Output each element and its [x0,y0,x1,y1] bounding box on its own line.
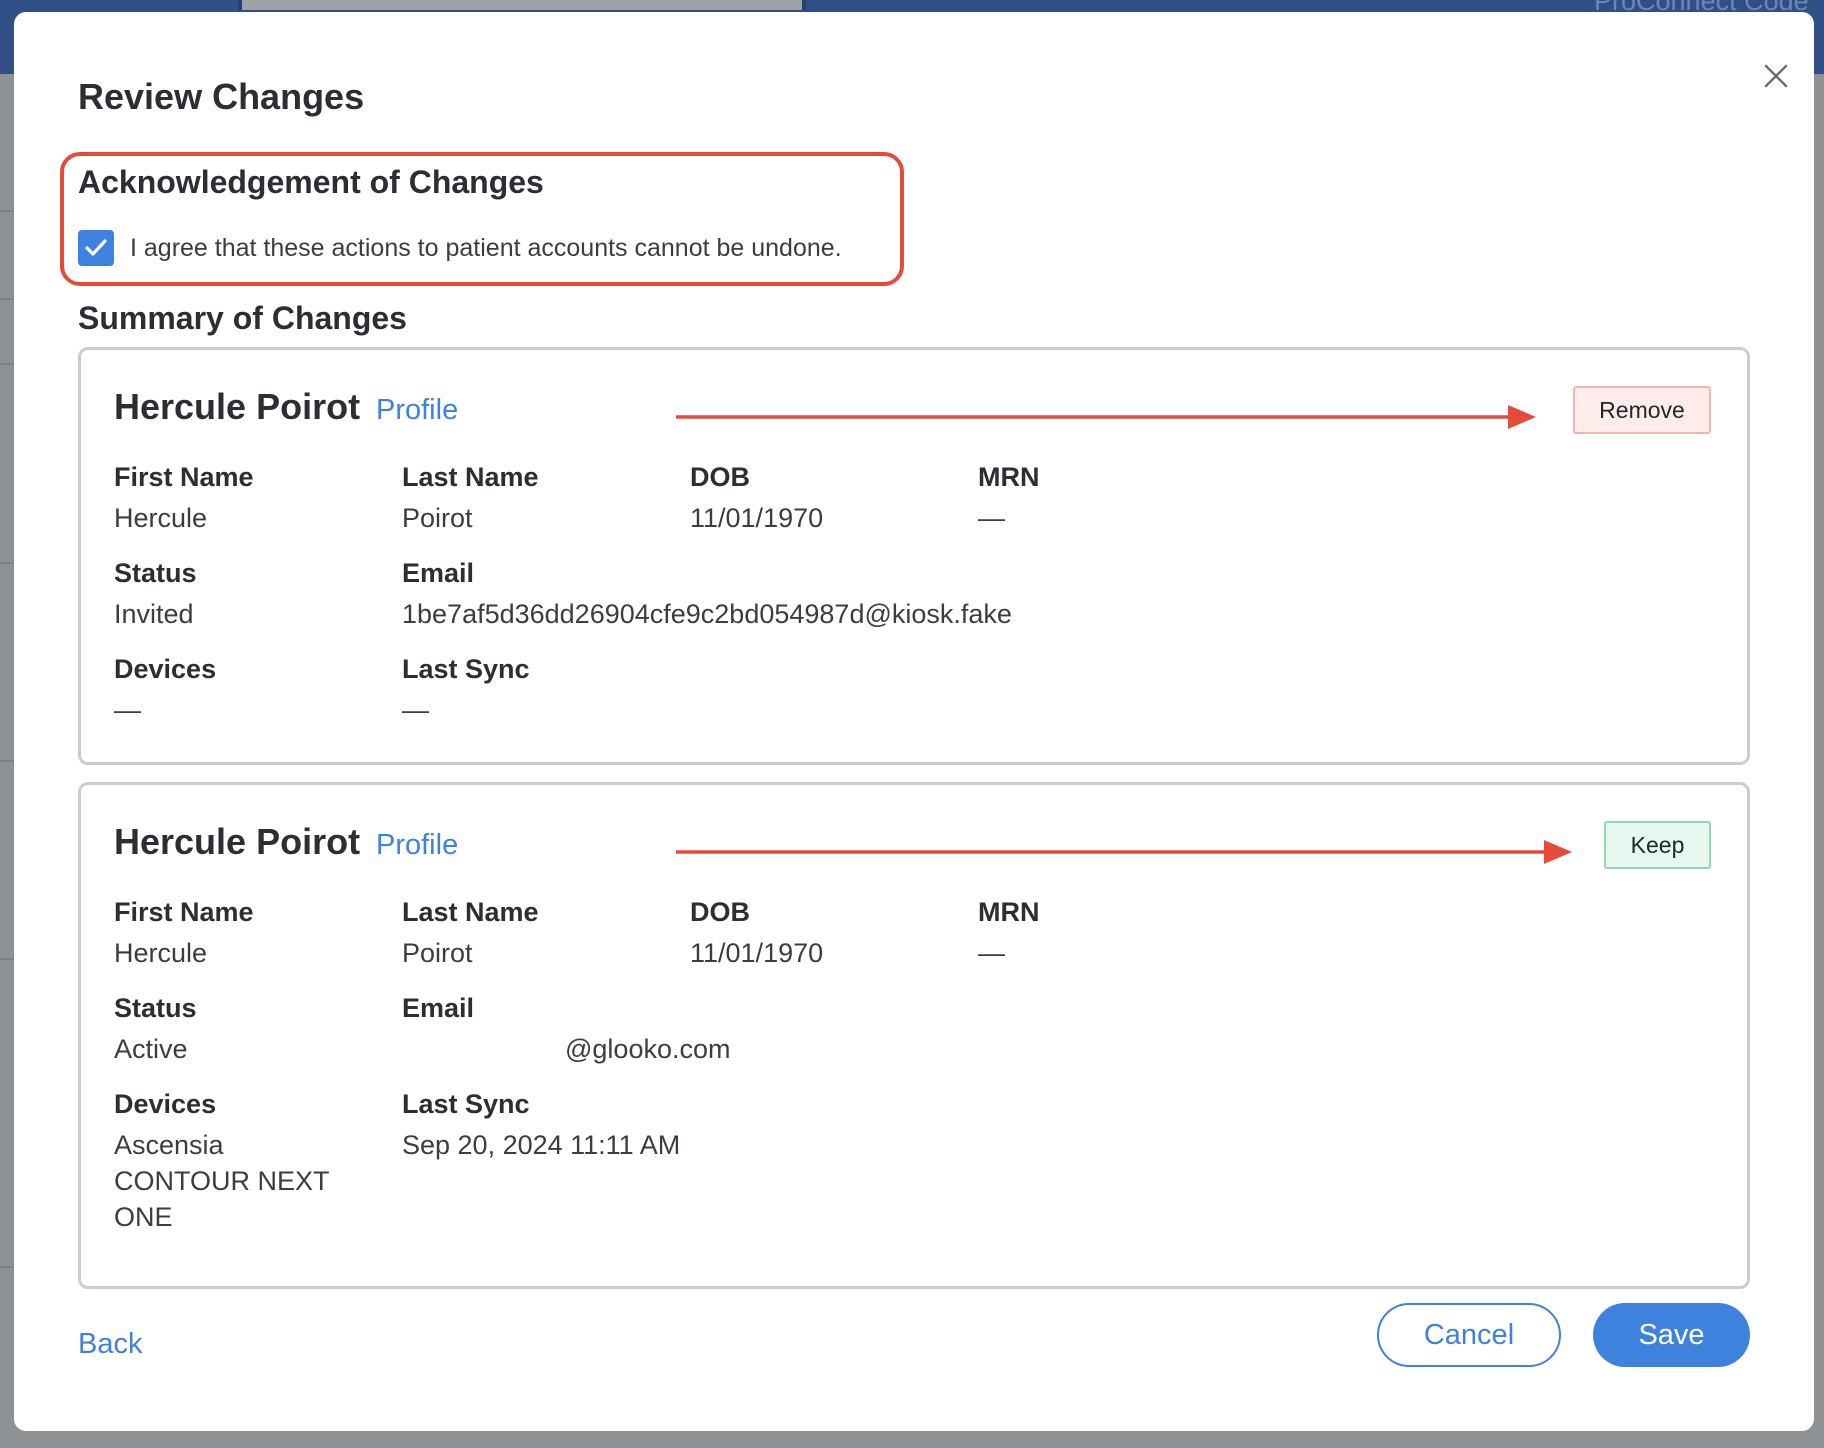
status-value: Invited [114,599,194,629]
status-label: Status [114,993,197,1023]
background-divider [0,363,14,365]
devices-value: — [114,695,141,725]
dob-value: 11/01/1970 [690,938,824,968]
patient-name: Hercule Poirot [114,386,361,427]
modal-title: Review Changes [78,76,365,117]
background-divider [0,958,14,960]
background-divider [0,562,14,564]
last-sync-value: Sep 20, 2024 11:11 AM [402,1130,681,1160]
checkmark-icon [85,239,107,256]
dob-label: DOB [690,897,750,927]
keep-button[interactable]: Keep [1604,821,1711,869]
patient-card-remove: Hercule Poirot Profile Remove First Name… [78,347,1750,765]
profile-link[interactable]: Profile [376,394,458,427]
email-label: Email [402,558,475,588]
background-divider [0,210,14,212]
acknowledgement-row: I agree that these actions to patient ac… [78,227,842,269]
profile-link[interactable]: Profile [376,829,458,862]
last-sync-label: Last Sync [402,1089,530,1119]
devices-label: Devices [114,654,217,684]
background-brand-text: ProConnect Code [1594,0,1824,12]
background-divider [0,298,14,300]
mrn-label: MRN [978,897,1040,927]
save-button[interactable]: Save [1593,1303,1750,1367]
remove-button[interactable]: Remove [1573,386,1711,434]
status-label: Status [114,558,197,588]
background-tab [238,0,806,10]
acknowledgement-checkbox[interactable] [78,230,114,266]
annotation-arrow-icon [676,840,1572,864]
last-name-value: Poirot [402,938,473,968]
last-name-value: Poirot [402,503,473,533]
mrn-value: — [978,503,1005,533]
patient-name: Hercule Poirot [114,821,361,862]
email-value: 1be7af5d36dd26904cfe9c2bd054987d@kiosk.f… [402,599,1012,629]
email-label: Email [402,993,475,1023]
devices-value: Ascensia CONTOUR NEXT ONE [114,1130,330,1232]
background-divider [0,1266,14,1268]
mrn-value: — [978,938,1005,968]
summary-title: Summary of Changes [78,300,407,336]
patient-card-keep: Hercule Poirot Profile Keep First Name L… [78,782,1750,1289]
email-value: @glooko.com [565,1034,731,1064]
cancel-button[interactable]: Cancel [1377,1303,1561,1367]
close-button[interactable] [1748,48,1804,104]
last-name-label: Last Name [402,897,539,927]
review-changes-modal: Review Changes Acknowledgement of Change… [14,12,1814,1431]
status-value: Active [114,1034,188,1064]
last-name-label: Last Name [402,462,539,492]
background-divider [0,760,14,762]
close-icon [1764,64,1788,88]
mrn-label: MRN [978,462,1040,492]
dob-label: DOB [690,462,750,492]
first-name-value: Hercule [114,938,208,968]
last-sync-value: — [402,695,429,725]
first-name-label: First Name [114,897,254,927]
dob-value: 11/01/1970 [690,503,824,533]
last-sync-label: Last Sync [402,654,530,684]
back-link[interactable]: Back [78,1328,142,1361]
annotation-arrow-icon [676,405,1536,429]
first-name-value: Hercule [114,503,208,533]
acknowledgement-title: Acknowledgement of Changes [78,164,544,200]
acknowledgement-text: I agree that these actions to patient ac… [130,233,842,262]
first-name-label: First Name [114,462,254,492]
devices-label: Devices [114,1089,217,1119]
